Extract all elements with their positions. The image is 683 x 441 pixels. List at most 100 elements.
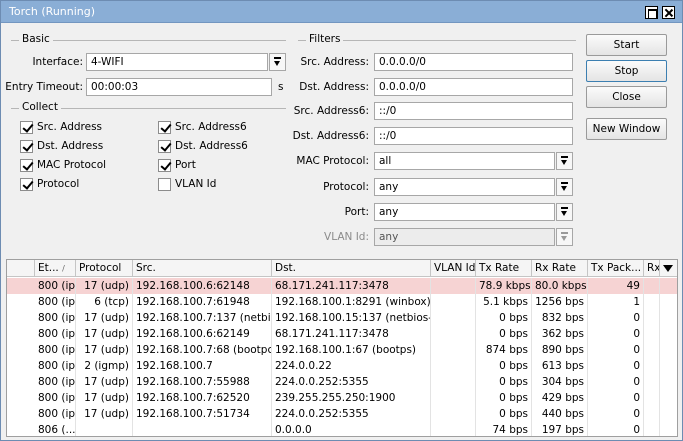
cell-rx-rate: 362 bps: [532, 326, 588, 342]
vlan-id-filter-label: VLAN Id:: [324, 231, 369, 243]
close-button[interactable]: Close: [586, 86, 667, 108]
table-row[interactable]: 800 (ip) 17 (udp) 192.168.100.7:137 (netbi…: [7, 310, 677, 326]
cell-rx-rate: 429 bps: [532, 390, 588, 406]
protocol-dropdown-icon[interactable]: [556, 178, 573, 196]
cell-ethertype: 800 (ip): [35, 406, 76, 422]
src-address-filter-label: Src. Address:: [300, 56, 369, 68]
cell-tx-rate: 0 bps: [476, 310, 532, 326]
cell-protocol: 17 (udp): [76, 390, 133, 406]
column-header-vlan-id[interactable]: VLAN Id: [431, 260, 476, 277]
cell-dst: 192.168.100.1:8291 (winbox): [272, 294, 431, 310]
src-address6-checkbox[interactable]: [158, 121, 171, 134]
new-window-button[interactable]: New Window: [586, 118, 667, 140]
table-row[interactable]: 806 (... 0.0.0.0 74 bps 197 bps 0: [7, 422, 677, 436]
title-bar[interactable]: Torch (Running): [1, 1, 682, 23]
table-row[interactable]: 800 (ip) 17 (udp) 192.168.100.6:62149 68.17…: [7, 326, 677, 342]
column-header-ethertype[interactable]: Et... /: [35, 260, 76, 277]
column-header-rx-packets[interactable]: Rx: [644, 260, 660, 277]
cell-protocol: 17 (udp): [76, 278, 133, 294]
mac-protocol-checkbox[interactable]: [20, 159, 33, 172]
port-checkbox-label: Port: [175, 159, 196, 171]
table-row[interactable]: 800 (ip) 6 (tcp) 192.168.100.7:61948 192.16…: [7, 294, 677, 310]
cell-tx-packets: 0: [588, 390, 644, 406]
maximize-icon[interactable]: [645, 6, 658, 19]
cell-protocol: 17 (udp): [76, 310, 133, 326]
cell-tx-rate: 78.9 kbps: [476, 278, 532, 294]
column-header-rx-rate[interactable]: Rx Rate: [532, 260, 588, 277]
dst-address-filter-input[interactable]: 0.0.0.0/0: [374, 78, 573, 96]
interface-select[interactable]: 4-WIFI: [86, 53, 268, 71]
port-dropdown-icon[interactable]: [556, 203, 573, 221]
cell-tx-packets: 0: [588, 422, 644, 436]
cell-dst: 239.255.255.250:1900: [272, 390, 431, 406]
cell-tx-packets: 0: [588, 342, 644, 358]
cell-tx-rate: 874 bps: [476, 342, 532, 358]
sort-icon: /: [62, 264, 65, 273]
close-icon[interactable]: [662, 6, 675, 19]
interface-dropdown-icon[interactable]: [269, 53, 286, 71]
cell-tx-rate: 5.1 kbps: [476, 294, 532, 310]
cell-vlan-id: [431, 358, 476, 374]
vlan-id-dropdown-icon: [556, 228, 573, 246]
protocol-checkbox[interactable]: [20, 178, 33, 191]
mac-protocol-filter-select[interactable]: all: [374, 152, 555, 170]
src-address-checkbox-label: Src. Address: [37, 121, 103, 133]
dst-address-checkbox[interactable]: [20, 140, 33, 153]
cell-ethertype: 800 (ip): [35, 390, 76, 406]
torch-results-table[interactable]: Et... / Protocol Src. Dst. VLAN Id Tx Ra…: [6, 259, 678, 437]
table-row[interactable]: 800 (ip) 17 (udp) 192.168.100.7:55988 224.0…: [7, 374, 677, 390]
column-header-protocol[interactable]: Protocol: [76, 260, 133, 277]
vlan-id-checkbox-label: VLAN Id: [175, 178, 217, 190]
column-header-tx-rate[interactable]: Tx Rate: [476, 260, 532, 277]
src-address-filter-input[interactable]: 0.0.0.0/0: [374, 53, 573, 71]
filters-group-title: Filters: [306, 33, 344, 45]
column-header-src[interactable]: Src.: [133, 260, 272, 277]
table-row[interactable]: 800 (ip) 17 (udp) 192.168.100.7:51734 224.0…: [7, 406, 677, 422]
cell-ethertype: 800 (ip): [35, 310, 76, 326]
cell-ethertype: 800 (ip): [35, 278, 76, 294]
cell-ethertype: 800 (ip): [35, 326, 76, 342]
interface-label: Interface:: [32, 56, 83, 68]
src-address6-filter-input[interactable]: ::/0: [374, 102, 573, 120]
vlan-id-checkbox[interactable]: [158, 178, 171, 191]
entry-timeout-input[interactable]: 00:00:03: [86, 78, 272, 96]
mac-protocol-dropdown-icon[interactable]: [556, 152, 573, 170]
table-row[interactable]: 800 (ip) 17 (udp) 192.168.100.6:62148 68.17…: [7, 278, 677, 294]
cell-src: 192.168.100.7:62520: [133, 390, 272, 406]
table-row[interactable]: 800 (ip) 17 (udp) 192.168.100.7:68 (bootpc…: [7, 342, 677, 358]
cell-ethertype: 800 (ip): [35, 342, 76, 358]
entry-timeout-label: Entry Timeout:: [5, 81, 83, 93]
port-checkbox[interactable]: [158, 159, 171, 172]
cell-tx-packets: 0: [588, 406, 644, 422]
column-header-ethertype-label: Et...: [38, 262, 59, 274]
cell-tx-packets: 0: [588, 358, 644, 374]
cell-dst: 68.171.241.117:3478: [272, 278, 431, 294]
column-header-tx-packets[interactable]: Tx Pack...: [588, 260, 644, 277]
cell-vlan-id: [431, 374, 476, 390]
cell-src: 192.168.100.7:137 (netbio...: [133, 310, 272, 326]
cell-protocol: 17 (udp): [76, 406, 133, 422]
cell-rx-packets: [644, 406, 660, 422]
table-row[interactable]: 800 (ip) 2 (igmp) 192.168.100.7 224.0.0.22 0…: [7, 358, 677, 374]
cell-dst: 224.0.0.252:5355: [272, 406, 431, 422]
dst-address6-checkbox[interactable]: [158, 140, 171, 153]
src-address-checkbox[interactable]: [20, 121, 33, 134]
cell-src: 192.168.100.7:51734: [133, 406, 272, 422]
column-menu-icon[interactable]: [663, 265, 673, 272]
protocol-filter-label: Protocol:: [323, 181, 369, 193]
cell-src: 192.168.100.7: [133, 358, 272, 374]
table-row[interactable]: 800 (ip) 17 (udp) 192.168.100.7:62520 239.2…: [7, 390, 677, 406]
cell-protocol: [76, 422, 133, 436]
column-header-dst[interactable]: Dst.: [272, 260, 431, 277]
stop-button[interactable]: Stop: [586, 60, 667, 82]
dst-address6-filter-input[interactable]: ::/0: [374, 127, 573, 145]
cell-rx-rate: 890 bps: [532, 342, 588, 358]
dst-address6-filter-label: Dst. Address6:: [292, 130, 369, 142]
protocol-filter-select[interactable]: any: [374, 178, 555, 196]
cell-dst: 192.168.100.15:137 (netbios-ns): [272, 310, 431, 326]
port-filter-select[interactable]: any: [374, 203, 555, 221]
cell-vlan-id: [431, 326, 476, 342]
start-button[interactable]: Start: [586, 34, 667, 56]
cell-protocol: 17 (udp): [76, 374, 133, 390]
cell-rx-packets: [644, 422, 660, 436]
